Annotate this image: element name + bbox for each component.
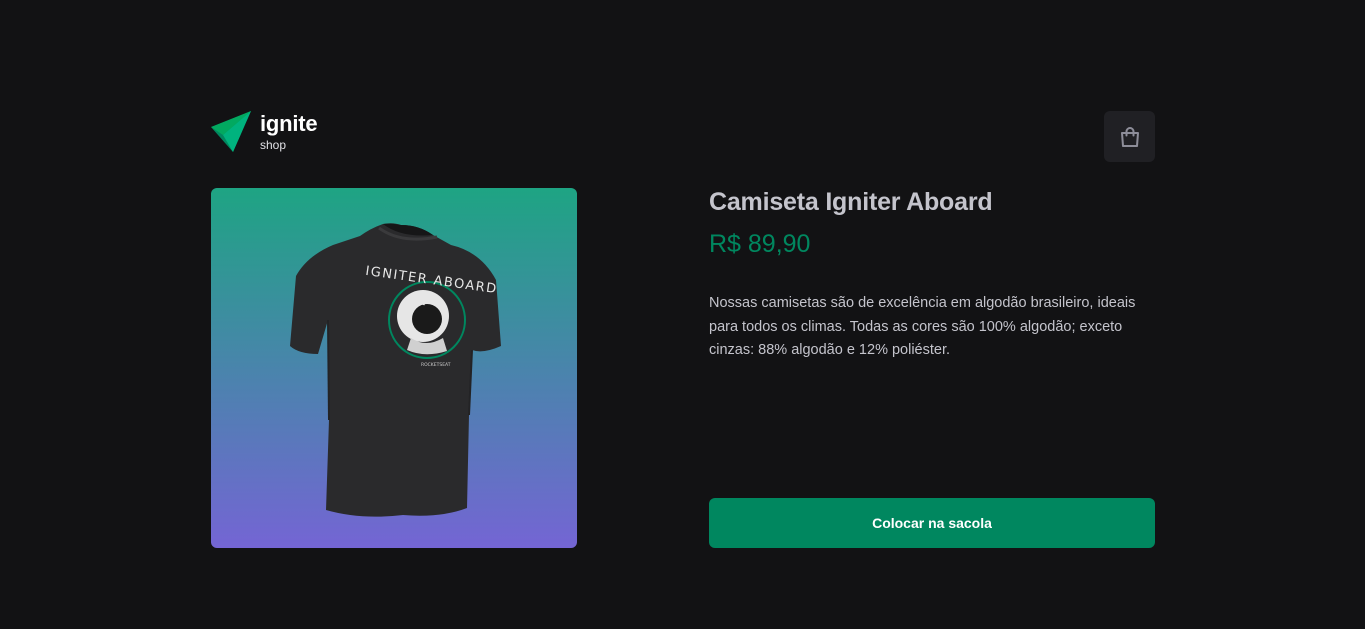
add-to-bag-button[interactable]: Colocar na sacola (709, 498, 1155, 548)
product-image: IGNITER ABOARD ROCKETSEAT (211, 188, 577, 548)
logo-wordmark: ignite (260, 111, 318, 136)
cart-button[interactable] (1104, 111, 1155, 162)
shirt-print-small-text: ROCKETSEAT (421, 362, 451, 368)
header: ignite shop (211, 110, 1155, 162)
logo-mark-icon (211, 111, 251, 152)
product-description: Nossas camisetas são de excelência em al… (709, 295, 1136, 358)
logo[interactable]: ignite shop (211, 110, 318, 154)
product-price: R$ 89,90 (709, 230, 811, 258)
tshirt-image: IGNITER ABOARD ROCKETSEAT (290, 223, 501, 517)
product-title: Camiseta Igniter Aboard (709, 188, 993, 216)
logo-subtitle: shop (260, 138, 287, 152)
shopping-bag-icon (1120, 126, 1139, 147)
product-details: Camiseta Igniter Aboard R$ 89,90 Nossas … (709, 188, 1155, 548)
